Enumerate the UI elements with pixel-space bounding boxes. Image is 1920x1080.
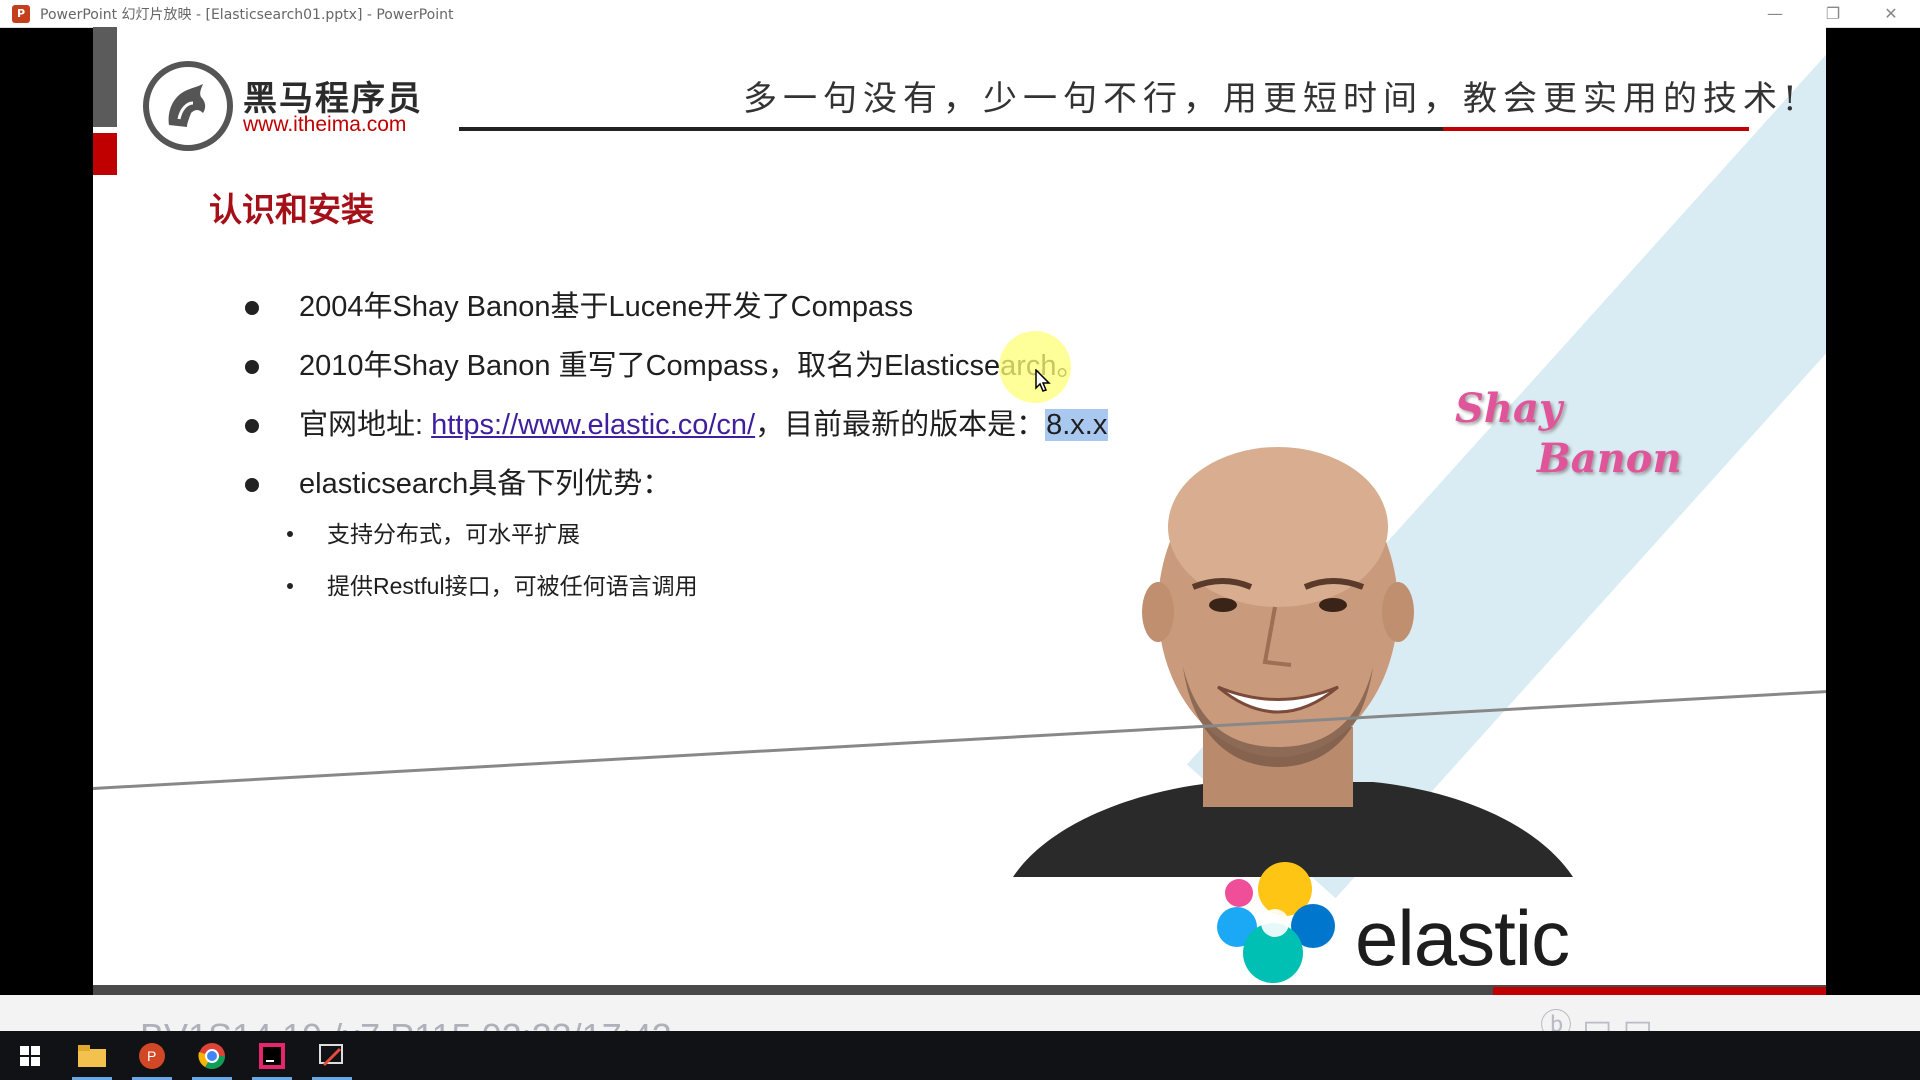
svg-text:P: P (147, 1048, 156, 1064)
elastic-logo-icon (1217, 862, 1335, 983)
slide-canvas: 黑马程序员 www.itheima.com 多一句没有，少一句不行，用更短时间，… (93, 27, 1826, 995)
powerpoint-taskbar-icon[interactable]: P (126, 1031, 178, 1080)
horse-logo-icon (143, 61, 233, 151)
bullet-item: 2004年Shay Banon基于Lucene开发了Compass (243, 289, 1108, 348)
mouse-pointer-icon (1035, 369, 1051, 392)
minimize-button[interactable]: — (1746, 0, 1804, 27)
version-label: ，目前最新的版本是： (755, 409, 1046, 441)
intellij-icon[interactable] (246, 1031, 298, 1080)
windows-start-icon[interactable] (4, 1031, 56, 1080)
close-button[interactable]: ✕ (1862, 0, 1920, 27)
chrome-icon[interactable] (186, 1031, 238, 1080)
website-label: 官网地址: (299, 409, 432, 441)
elastic-wordmark: elastic (1355, 894, 1570, 982)
bullet-list: 2004年Shay Banon基于Lucene开发了Compass 2010年S… (243, 289, 1109, 525)
sub-bullet-item: 支持分布式，可水平扩展 (287, 517, 698, 569)
snipping-tool-icon[interactable] (306, 1031, 358, 1080)
restore-button[interactable]: ❐ (1804, 0, 1862, 27)
bullet-item-website: 官网地址: https://www.elastic.co/cn/，目前最新的版本… (243, 407, 1109, 466)
sub-bullet-list: 支持分布式，可水平扩展 提供Restful接口，可被任何语言调用 (287, 517, 698, 621)
slide-title: 认识和安装 (209, 190, 374, 229)
name-label-first: Shay (1455, 385, 1563, 432)
slogan: 多一句没有，少一句不行，用更短时间，教会更实用的技术! (743, 79, 1803, 119)
window-title: PowerPoint 幻灯片放映 - [Elasticsearch01.pptx… (40, 6, 454, 23)
footer-bar-accent (1493, 987, 1826, 995)
powerpoint-icon: P (12, 4, 30, 23)
website-link[interactable]: https://www.elastic.co/cn/ (431, 409, 755, 441)
side-accent-red (93, 133, 117, 175)
bullet-item: 2010年Shay Banon 重写了Compass，取名为Elasticsea… (243, 348, 1108, 407)
portrait-photo (1013, 447, 1573, 877)
window-title-bar: P PowerPoint 幻灯片放映 - [Elasticsearch01.pp… (0, 0, 1920, 28)
sub-bullet-item: 提供Restful接口，可被任何语言调用 (287, 569, 698, 621)
brand-url: www.itheima.com (243, 113, 407, 136)
side-accent-gray (93, 27, 117, 127)
header-divider-accent (1443, 127, 1749, 131)
file-explorer-icon[interactable] (66, 1031, 118, 1080)
